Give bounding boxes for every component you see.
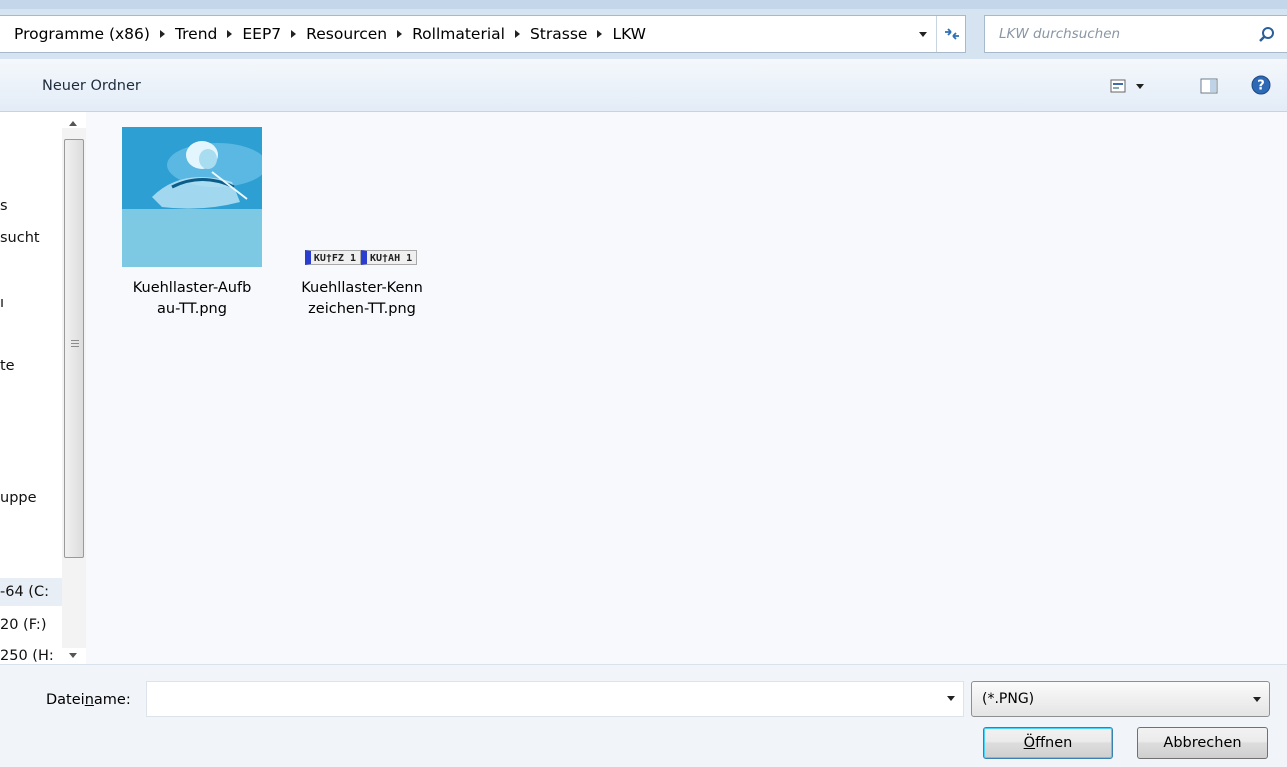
nav-item[interactable]: 20 (F:) xyxy=(0,617,46,633)
refresh-icon xyxy=(944,28,959,40)
scroll-up-icon[interactable] xyxy=(69,121,77,126)
filename-input[interactable] xyxy=(147,682,937,716)
breadcrumb-strasse[interactable]: Strasse xyxy=(530,25,587,43)
breadcrumb-programme[interactable]: Programme (x86) xyxy=(14,25,150,43)
nav-item[interactable]: 250 (H: xyxy=(0,648,54,664)
plate-left: KU†FZ 1 xyxy=(304,249,361,265)
breadcrumb-separator-icon[interactable] xyxy=(397,30,403,38)
nav-item[interactable]: uppe xyxy=(0,490,37,506)
filename-dropdown-button[interactable] xyxy=(947,696,955,701)
file-type-value: (*.PNG) xyxy=(982,691,1035,707)
breadcrumb-resourcen[interactable]: Resourcen xyxy=(306,25,387,43)
nav-item[interactable]: -64 (C: xyxy=(0,584,49,600)
file-type-select[interactable]: (*.PNG) xyxy=(971,681,1270,717)
filename-label: Dateiname: xyxy=(46,692,131,708)
search-icon[interactable] xyxy=(1257,25,1277,45)
file-name: Kuehllaster-Aufb au-TT.png xyxy=(132,280,252,317)
license-plate-thumbnail[interactable]: KU†FZ 1 KU†AH 1 xyxy=(291,248,431,266)
navigation-pane: s sucht ı te uppe -64 (C: 20 (F:) 250 (H… xyxy=(0,112,86,664)
scrollbar-thumb[interactable] xyxy=(64,139,84,558)
file-name: Kuehllaster-Kenn zeichen-TT.png xyxy=(301,280,423,317)
cancel-button[interactable]: Abbrechen xyxy=(1137,727,1268,759)
breadcrumb-separator-icon[interactable] xyxy=(291,30,297,38)
cooling-truck-texture-icon xyxy=(122,127,267,267)
breadcrumb-eep7[interactable]: EEP7 xyxy=(242,25,281,43)
nav-scrollbar[interactable] xyxy=(62,112,86,664)
svg-text:?: ? xyxy=(1257,79,1265,94)
toolbar: Neuer Ordner ? xyxy=(0,59,1287,112)
breadcrumb-separator-icon[interactable] xyxy=(159,30,165,38)
chevron-down-icon xyxy=(1253,697,1261,702)
nav-item[interactable]: s xyxy=(0,198,8,214)
chevron-down-icon xyxy=(919,31,927,37)
file-type-dropdown[interactable] xyxy=(1253,697,1261,702)
help-icon: ? xyxy=(1251,75,1271,95)
breadcrumb-separator-icon[interactable] xyxy=(227,30,233,38)
refresh-button[interactable] xyxy=(936,16,966,52)
preview-pane-button[interactable] xyxy=(1196,73,1222,99)
file-item[interactable]: Kuehllaster-Aufb au-TT.png xyxy=(117,272,267,320)
address-history-dropdown[interactable] xyxy=(912,16,934,52)
address-bar[interactable]: Programme (x86) Trend EEP7 Resourcen Rol… xyxy=(0,15,966,53)
breadcrumb-separator-icon[interactable] xyxy=(514,30,520,38)
file-list: Kuehllaster-Aufb au-TT.png KU†FZ 1 KU†AH… xyxy=(86,112,1287,664)
window-top-strip xyxy=(0,0,1287,9)
breadcrumb-separator-icon[interactable] xyxy=(597,30,603,38)
nav-item[interactable]: sucht xyxy=(0,230,40,246)
nav-item[interactable]: ı xyxy=(0,295,4,311)
plate-right: KU†AH 1 xyxy=(361,249,418,265)
dialog-footer: Dateiname: (*.PNG) Öffnen Abbrechen xyxy=(0,664,1287,767)
breadcrumb: Programme (x86) Trend EEP7 Resourcen Rol… xyxy=(14,16,646,52)
help-button[interactable]: ? xyxy=(1249,72,1273,98)
file-thumbnail-image[interactable] xyxy=(122,127,267,267)
views-button[interactable] xyxy=(1110,73,1168,99)
filename-combobox xyxy=(146,681,964,717)
scroll-down-icon[interactable] xyxy=(69,653,77,658)
chevron-down-icon xyxy=(947,696,955,701)
open-button[interactable]: Öffnen xyxy=(983,727,1113,759)
grip-icon xyxy=(71,340,79,350)
views-icon xyxy=(1110,79,1126,93)
chevron-down-icon xyxy=(1136,83,1144,89)
address-row: Programme (x86) Trend EEP7 Resourcen Rol… xyxy=(0,9,1287,59)
search-input[interactable] xyxy=(985,16,1255,52)
search-box xyxy=(984,15,1287,53)
new-folder-button[interactable]: Neuer Ordner xyxy=(42,78,141,94)
file-item[interactable]: Kuehllaster-Kenn zeichen-TT.png xyxy=(287,272,437,320)
breadcrumb-lkw[interactable]: LKW xyxy=(612,25,646,43)
breadcrumb-trend[interactable]: Trend xyxy=(175,25,217,43)
breadcrumb-rollmaterial[interactable]: Rollmaterial xyxy=(412,25,505,43)
preview-pane-icon xyxy=(1200,78,1218,94)
nav-item[interactable]: te xyxy=(0,358,15,374)
